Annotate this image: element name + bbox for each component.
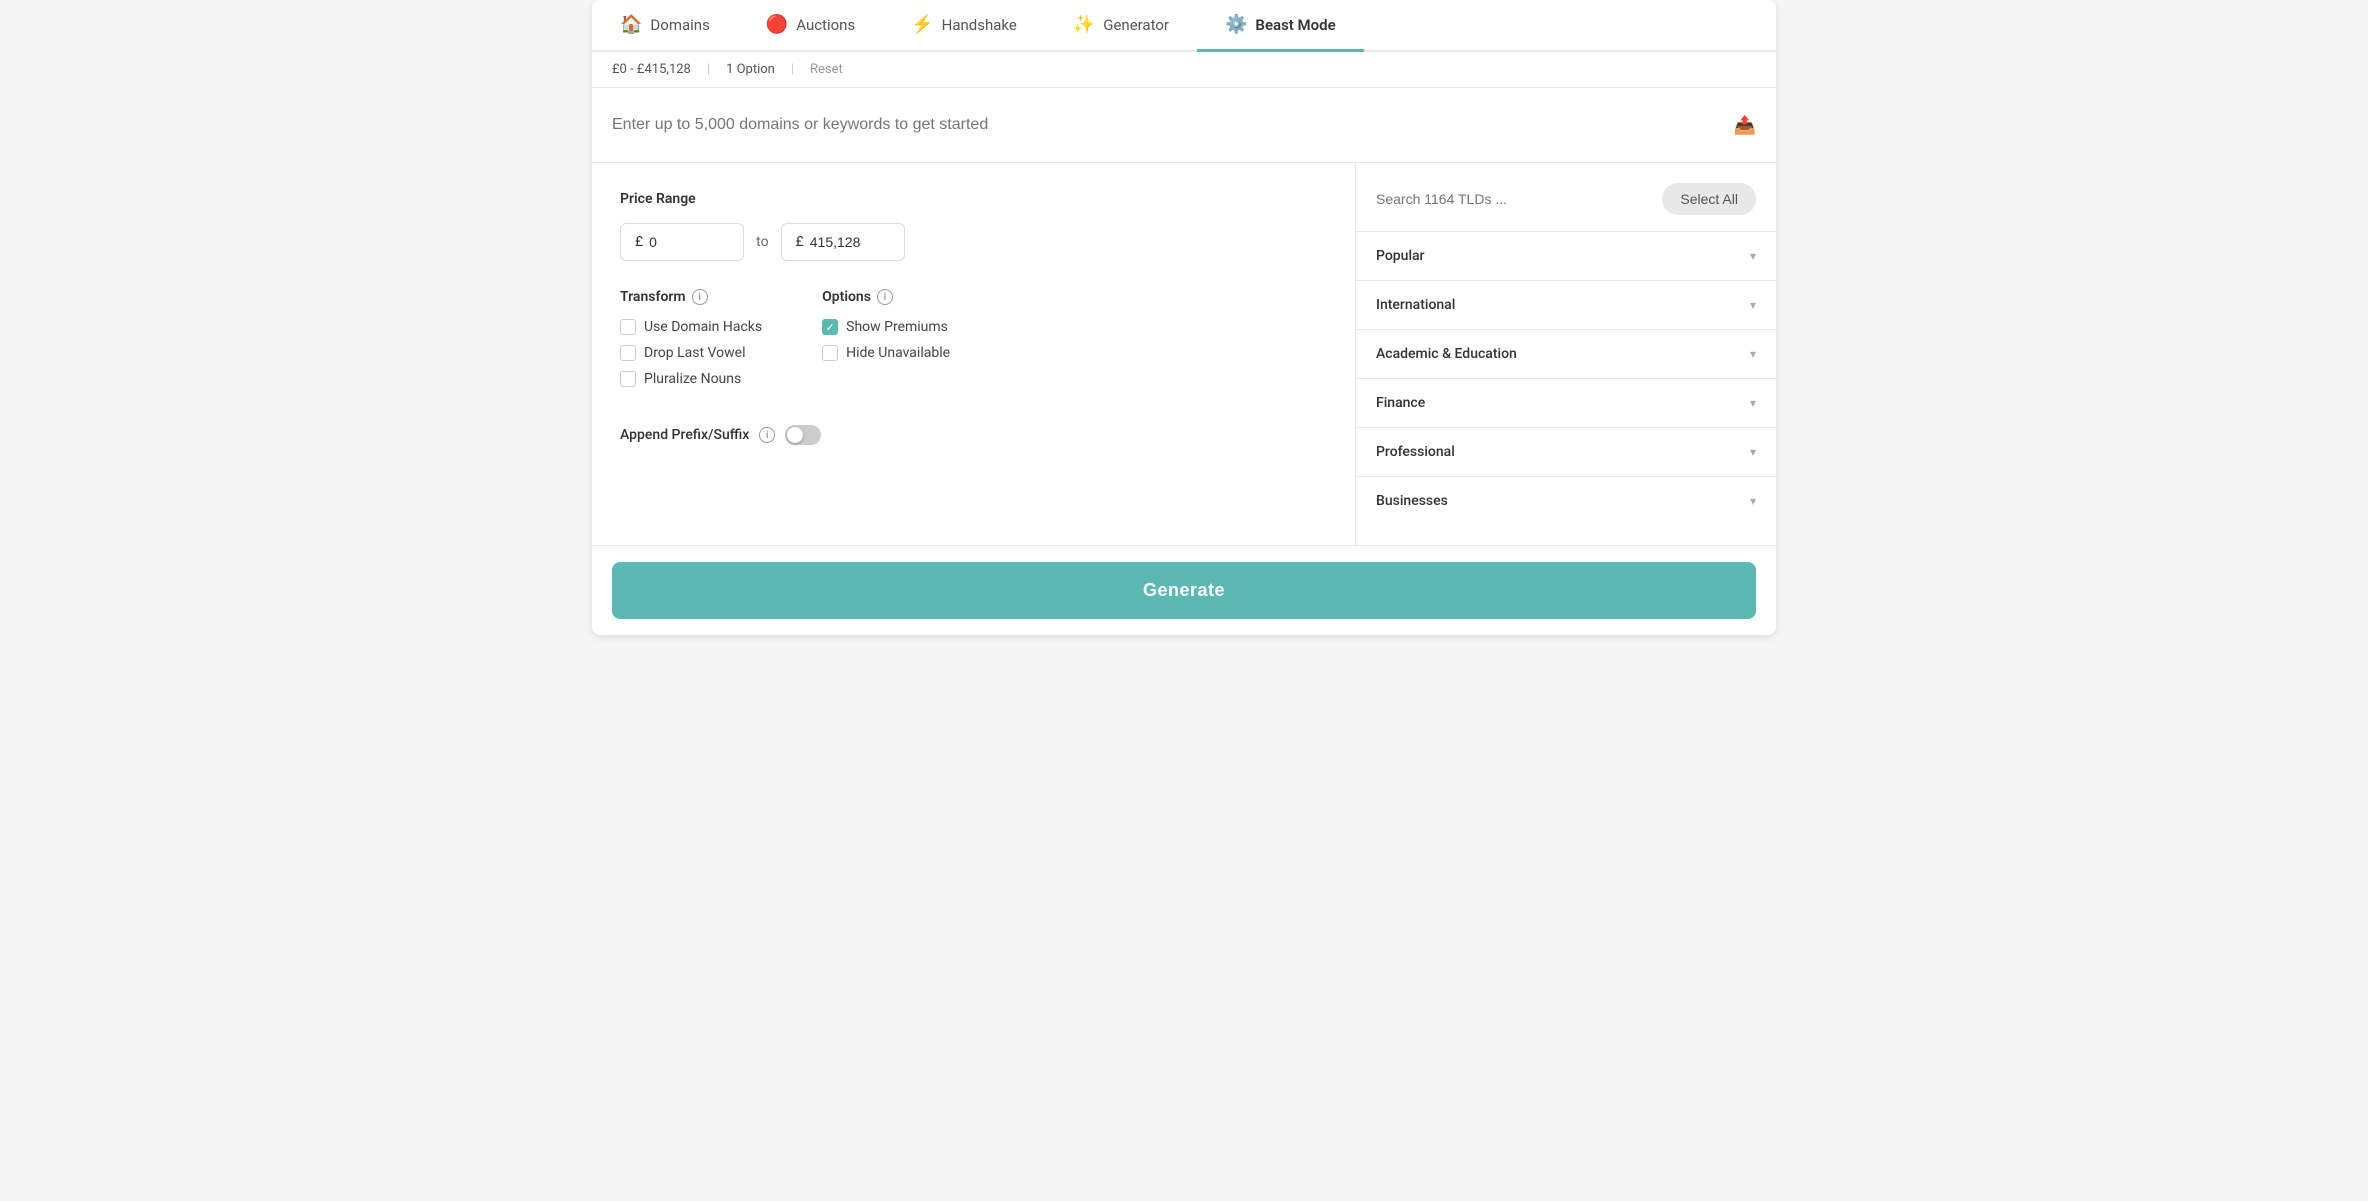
checkbox-drop-vowel[interactable]: Drop Last Vowel <box>620 345 762 361</box>
tab-domains-label: Domains <box>650 16 709 34</box>
chevron-down-icon: ▾ <box>1750 298 1756 312</box>
upload-icon[interactable]: 📤 <box>1734 115 1756 136</box>
generator-icon: ✨ <box>1073 14 1095 35</box>
transform-info-icon[interactable]: i <box>692 289 708 305</box>
tld-category-label-businesses: Businesses <box>1376 493 1448 509</box>
tab-generator-label: Generator <box>1103 16 1169 34</box>
options-count: 1 Option <box>726 62 775 77</box>
checkbox-domain-hacks-box <box>620 319 636 335</box>
price-range-row: £ to £ <box>620 223 1327 261</box>
chevron-down-icon: ▾ <box>1750 396 1756 410</box>
checkbox-show-premiums[interactable]: ✓ Show Premiums <box>822 319 950 335</box>
main-content: Price Range £ to £ Transform i <box>592 163 1776 546</box>
checkbox-domain-hacks[interactable]: Use Domain Hacks <box>620 319 762 335</box>
price-range-display: £0 - £415,128 <box>612 62 691 77</box>
price-max-input-wrapper: £ <box>781 223 905 261</box>
tab-handshake[interactable]: ⚡ Handshake <box>883 0 1045 52</box>
append-prefix-info-icon[interactable]: i <box>759 427 775 443</box>
tld-category-professional: Professional ▾ <box>1356 427 1776 476</box>
tld-category-header-finance[interactable]: Finance ▾ <box>1356 379 1776 427</box>
options-title: Options i <box>822 289 950 305</box>
chevron-down-icon: ▾ <box>1750 445 1756 459</box>
tld-category-academic: Academic & Education ▾ <box>1356 329 1776 378</box>
domains-icon: 🏠 <box>620 14 642 35</box>
tld-category-label-academic: Academic & Education <box>1376 346 1517 362</box>
tld-search-row: Select All <box>1356 183 1776 231</box>
generate-button[interactable]: Generate <box>612 562 1756 619</box>
append-prefix-label: Append Prefix/Suffix <box>620 427 749 443</box>
checkbox-pluralize[interactable]: Pluralize Nouns <box>620 371 762 387</box>
checkmark-icon: ✓ <box>826 321 835 334</box>
tld-category-header-professional[interactable]: Professional ▾ <box>1356 428 1776 476</box>
price-min-input[interactable] <box>649 234 729 250</box>
generate-bar: Generate <box>592 546 1776 635</box>
tld-categories: Popular ▾ International ▾ Academic & Edu… <box>1356 231 1776 525</box>
append-prefix-row: Append Prefix/Suffix i <box>620 425 1327 445</box>
domain-search-input[interactable] <box>612 108 1734 142</box>
tld-category-label-international: International <box>1376 297 1455 313</box>
price-range-title: Price Range <box>620 191 1327 207</box>
checkbox-hide-unavailable-box <box>822 345 838 361</box>
toolbar: £0 - £415,128 | 1 Option | Reset <box>592 52 1776 88</box>
price-max-symbol: £ <box>796 234 804 250</box>
tab-beast-mode[interactable]: ⚙️ Beast Mode <box>1197 0 1364 52</box>
transform-group: Transform i Use Domain Hacks Drop Last V… <box>620 289 762 397</box>
chevron-down-icon: ▾ <box>1750 494 1756 508</box>
chevron-down-icon: ▾ <box>1750 347 1756 361</box>
tld-category-label-finance: Finance <box>1376 395 1425 411</box>
toolbar-divider: | <box>707 62 710 77</box>
checkbox-drop-vowel-box <box>620 345 636 361</box>
price-max-input[interactable] <box>810 234 890 250</box>
search-row: 📤 <box>612 108 1756 142</box>
tld-category-header-popular[interactable]: Popular ▾ <box>1356 232 1776 280</box>
reset-button[interactable]: Reset <box>810 62 843 77</box>
tld-search-input[interactable] <box>1376 191 1650 207</box>
toolbar-divider2: | <box>791 62 794 77</box>
checkbox-show-premiums-box: ✓ <box>822 319 838 335</box>
search-area: 📤 <box>592 88 1776 163</box>
tab-beast-mode-label: Beast Mode <box>1255 16 1335 34</box>
auctions-icon: 🔴 <box>766 14 788 35</box>
tab-bar: 🏠 Domains 🔴 Auctions ⚡ Handshake ✨ Gener… <box>592 0 1776 52</box>
tld-panel: Select All Popular ▾ International ▾ Aca… <box>1356 163 1776 545</box>
handshake-icon: ⚡ <box>911 14 933 35</box>
tld-category-businesses: Businesses ▾ <box>1356 476 1776 525</box>
options-info-icon[interactable]: i <box>877 289 893 305</box>
app-container: 🏠 Domains 🔴 Auctions ⚡ Handshake ✨ Gener… <box>592 0 1776 635</box>
beast-mode-icon: ⚙️ <box>1225 14 1247 35</box>
tab-handshake-label: Handshake <box>942 16 1017 34</box>
price-separator: to <box>756 234 768 250</box>
tld-category-popular: Popular ▾ <box>1356 231 1776 280</box>
options-row: Transform i Use Domain Hacks Drop Last V… <box>620 289 1327 397</box>
tld-category-header-businesses[interactable]: Businesses ▾ <box>1356 477 1776 525</box>
tld-category-header-academic[interactable]: Academic & Education ▾ <box>1356 330 1776 378</box>
checkbox-pluralize-box <box>620 371 636 387</box>
select-all-button[interactable]: Select All <box>1662 183 1756 215</box>
tld-category-label-professional: Professional <box>1376 444 1455 460</box>
price-min-input-wrapper: £ <box>620 223 744 261</box>
tld-category-international: International ▾ <box>1356 280 1776 329</box>
tab-generator[interactable]: ✨ Generator <box>1045 0 1197 52</box>
append-prefix-toggle[interactable] <box>785 425 821 445</box>
tab-auctions[interactable]: 🔴 Auctions <box>738 0 883 52</box>
transform-title: Transform i <box>620 289 762 305</box>
price-min-symbol: £ <box>635 234 643 250</box>
tld-category-header-international[interactable]: International ▾ <box>1356 281 1776 329</box>
left-panel: Price Range £ to £ Transform i <box>592 163 1356 545</box>
tab-domains[interactable]: 🏠 Domains <box>592 0 738 52</box>
tld-category-finance: Finance ▾ <box>1356 378 1776 427</box>
tld-category-label-popular: Popular <box>1376 248 1425 264</box>
chevron-down-icon: ▾ <box>1750 249 1756 263</box>
toggle-thumb <box>787 427 803 443</box>
options-group: Options i ✓ Show Premiums Hide Unavailab… <box>822 289 950 397</box>
tab-auctions-label: Auctions <box>796 16 855 34</box>
checkbox-hide-unavailable[interactable]: Hide Unavailable <box>822 345 950 361</box>
